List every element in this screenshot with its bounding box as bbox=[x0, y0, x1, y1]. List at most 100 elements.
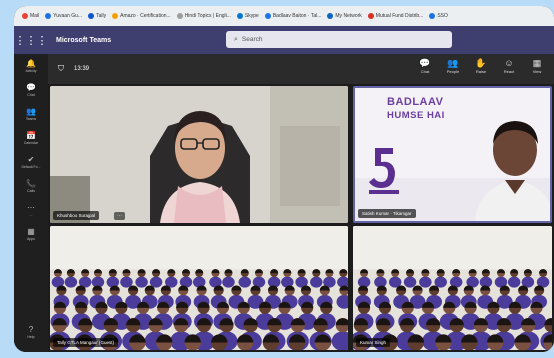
participant-video-tile[interactable]: Tally GTLA Mangaur (Guest) bbox=[50, 226, 348, 350]
rail-item-label: Activity bbox=[25, 69, 37, 73]
app-launcher-icon[interactable]: ⋮⋮⋮ bbox=[14, 26, 48, 54]
toolbar-button-label: View bbox=[532, 69, 542, 74]
more-icon: ⋯ bbox=[27, 203, 35, 212]
toolbar-button-label: Chat bbox=[420, 69, 430, 74]
bookmark-label: Tally bbox=[96, 13, 107, 19]
bookmark-item[interactable]: Yuvaan Gu... bbox=[45, 13, 82, 19]
more-options-icon[interactable]: ⋯ bbox=[114, 212, 125, 220]
toolbar-button-label: React bbox=[503, 69, 515, 74]
rail-item-label: Default Fo... bbox=[21, 165, 41, 169]
bookmark-favicon-icon bbox=[327, 13, 334, 19]
classroom-video bbox=[353, 226, 552, 350]
calendar-icon: 📅 bbox=[26, 131, 36, 140]
react-icon: ☺ bbox=[504, 58, 514, 68]
classroom-video bbox=[50, 226, 348, 350]
rail-item-label: Calls bbox=[27, 189, 35, 193]
bookmark-favicon-icon bbox=[367, 13, 374, 19]
rail-item[interactable]: ✔ Default Fo... bbox=[14, 150, 48, 174]
bookmark-label: SSO bbox=[437, 13, 448, 19]
bookmark-label: Yuvaan Gu... bbox=[53, 13, 83, 19]
bookmark-item[interactable]: Mail bbox=[22, 13, 39, 19]
screen-frame: Mail Yuvaan Gu... Tally Amazo · Certificati… bbox=[14, 6, 554, 352]
people-icon: 👥 bbox=[447, 58, 459, 68]
bookmark-favicon-icon bbox=[88, 13, 95, 19]
toolbar-raise-hand-button[interactable]: ✋ Raise bbox=[470, 57, 492, 74]
bookmark-item[interactable]: Skype bbox=[236, 13, 259, 19]
bookmark-item[interactable]: Badlaav Baiton · Tal... bbox=[264, 13, 322, 19]
banner-title: BADLAAV bbox=[387, 96, 444, 108]
bookmark-label: Mail bbox=[30, 13, 40, 19]
bookmark-item[interactable]: SSO bbox=[429, 13, 448, 19]
rail-item[interactable]: 🔔 Activity bbox=[14, 54, 48, 78]
toolbar-people-button[interactable]: 👥 People bbox=[442, 57, 464, 74]
rail-item-label: ... bbox=[29, 213, 33, 217]
video-stage: Khushboo Surajpal ⋯ BADLAAV HUMSE HAI Sa… bbox=[48, 84, 554, 352]
app-rail: 🔔 Activity 💬 Chat 👥 Teams 📅 Calendar ✔ Default Fo… bbox=[14, 54, 48, 352]
participant-video-tile[interactable]: Khushboo Surajpal ⋯ bbox=[50, 86, 348, 223]
bookmark-item[interactable]: My Network bbox=[327, 13, 362, 19]
toolbar-button-label: People bbox=[446, 69, 460, 74]
rail-item[interactable]: 📞 Calls bbox=[14, 174, 48, 198]
participant-name: Kumar Singh bbox=[356, 338, 391, 347]
rail-item-label: Help bbox=[27, 335, 35, 339]
shield-icon: ⛉ bbox=[58, 64, 64, 73]
meeting-timer: 13:39 bbox=[74, 66, 90, 72]
rail-item-label: Teams bbox=[25, 117, 37, 121]
rail-item[interactable]: 📅 Calendar bbox=[14, 126, 48, 150]
participant-video-khushboo bbox=[50, 86, 348, 223]
bookmark-item[interactable]: Hindi Topics | Engli... bbox=[176, 13, 231, 19]
bookmark-favicon-icon bbox=[429, 13, 436, 19]
bookmark-favicon-icon bbox=[112, 13, 119, 19]
bookmark-favicon-icon bbox=[264, 13, 271, 19]
rail-item[interactable]: 👥 Teams bbox=[14, 102, 48, 126]
bookmark-label: Hindi Topics | Engli... bbox=[184, 13, 231, 19]
toolbar-chat-button[interactable]: 💬 Chat bbox=[414, 57, 436, 74]
banner-subtitle: HUMSE HAI bbox=[387, 110, 445, 121]
participant-name: Tally GTLA Mangaur (Guest) bbox=[53, 338, 119, 347]
bookmark-favicon-icon bbox=[176, 13, 183, 19]
app-title: Microsoft Teams bbox=[56, 36, 112, 44]
rail-item[interactable]: ⋯... bbox=[14, 198, 48, 222]
phone-icon: 📞 bbox=[26, 179, 36, 188]
bookmark-label: Skype bbox=[244, 13, 259, 19]
toolbar-react-button[interactable]: ☺ React bbox=[498, 57, 520, 74]
meeting-control-bar: ⛉ 13:39 💬 Chat 👥 People ✋ Raise ☺ React ▦ View bbox=[48, 54, 554, 84]
view-icon: ▦ bbox=[532, 58, 542, 68]
rail-item[interactable]: ▦ Apps bbox=[14, 222, 48, 246]
teams-title-bar: ⋮⋮⋮ Microsoft Teams ⌕ Search bbox=[14, 26, 554, 54]
bookmarks-bar: Mail Yuvaan Gu... Tally Amazo · Certificati… bbox=[14, 6, 554, 26]
teams-icon: 👥 bbox=[26, 107, 36, 116]
meeting-tools: 💬 Chat 👥 People ✋ Raise ☺ React ▦ View bbox=[414, 57, 548, 74]
search-placeholder: Search bbox=[241, 36, 263, 43]
rail-item-label: Calendar bbox=[23, 141, 39, 145]
toolbar-view-button[interactable]: ▦ View bbox=[526, 57, 548, 74]
participant-video-tile[interactable]: Kumar Singh bbox=[353, 226, 552, 350]
rail-item[interactable]: 💬 Chat bbox=[14, 78, 48, 102]
bookmark-item[interactable]: Tally bbox=[88, 13, 106, 19]
participant-name: Khushboo Surajpal bbox=[53, 211, 100, 220]
participant-name: Satish Kumar · Tikamgar bbox=[358, 209, 416, 218]
chat-icon: 💬 bbox=[26, 83, 36, 92]
participant-video-tile[interactable]: BADLAAV HUMSE HAI Satish Kumar · Tikamga… bbox=[353, 86, 552, 223]
bookmark-label: Badlaav Baiton · Tal... bbox=[272, 13, 322, 19]
bookmark-item[interactable]: Amazo · Certification... bbox=[112, 13, 171, 19]
bookmark-favicon-icon bbox=[236, 13, 243, 19]
bookmark-label: Amazo · Certification... bbox=[120, 13, 171, 19]
rail-item-label: Chat bbox=[27, 93, 35, 97]
bell-icon: 🔔 bbox=[26, 59, 36, 68]
bookmark-label: Mutual Fund Distrib... bbox=[375, 13, 424, 19]
chat-icon: 💬 bbox=[419, 58, 431, 68]
help-icon: ? bbox=[28, 325, 34, 334]
raise-hand-icon: ✋ bbox=[475, 58, 487, 68]
rail-item-help[interactable]: ? Help bbox=[14, 320, 48, 344]
participant-video-satish bbox=[355, 88, 550, 221]
bookmark-label: My Network bbox=[335, 13, 362, 19]
toolbar-button-label: Raise bbox=[475, 69, 487, 74]
tasks-icon: ✔ bbox=[27, 155, 35, 164]
bookmark-item[interactable]: Mutual Fund Distrib... bbox=[367, 13, 424, 19]
bookmark-favicon-icon bbox=[45, 13, 52, 19]
search-input[interactable]: ⌕ Search bbox=[226, 31, 452, 48]
bookmark-favicon-icon bbox=[22, 13, 28, 19]
rail-item-label: Apps bbox=[27, 237, 35, 241]
apps-icon: ▦ bbox=[27, 227, 35, 236]
